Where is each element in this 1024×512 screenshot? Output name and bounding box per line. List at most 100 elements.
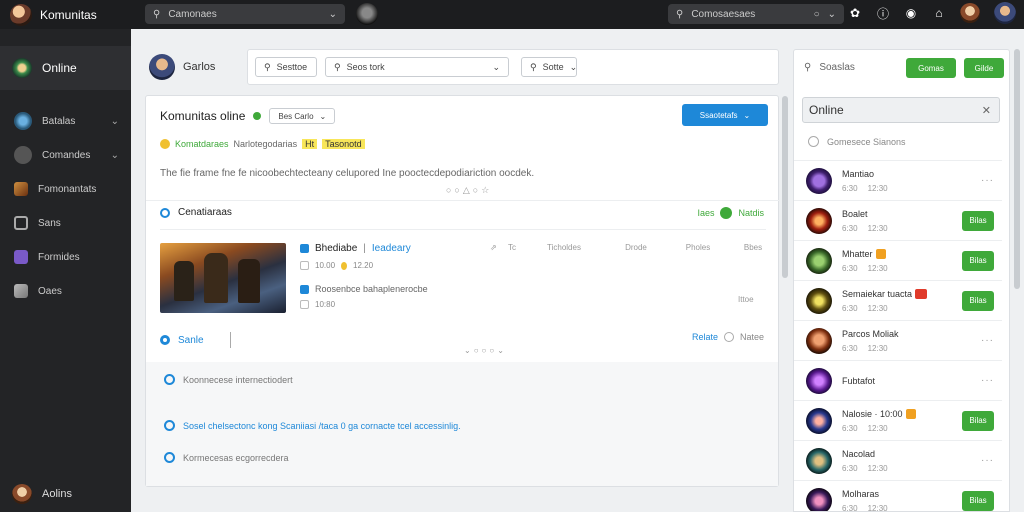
more-options-icon[interactable]: ···	[981, 455, 994, 466]
sidebar-item-label: Formides	[38, 251, 80, 263]
post-line2-right: Ittoe	[738, 295, 754, 304]
friends-button-1-label: Gomas	[918, 63, 944, 73]
community-action-button[interactable]: Ssaotetafs ⌄	[682, 104, 768, 126]
friend-action-button[interactable]: Bilas	[962, 250, 994, 271]
filter-button[interactable]: ⚲ Sotte ⌄	[521, 57, 577, 77]
friend-row[interactable]: Mhatter 6:30 12:30 Bilas	[794, 240, 1002, 280]
post-category[interactable]: Ieadeary	[372, 243, 411, 254]
puzzle-icon	[14, 250, 28, 264]
info-icon[interactable]: ⓘ	[876, 6, 890, 21]
friend-meta-2: 12:30	[867, 503, 888, 512]
friend-action-button[interactable]: Bilas	[962, 290, 994, 311]
post-title[interactable]: Bhediabe	[315, 243, 357, 254]
sidebar-item-label: Sans	[38, 217, 61, 229]
checkbox-icon[interactable]	[300, 244, 309, 253]
brand[interactable]: Komunitas	[0, 3, 140, 26]
friend-name: Nalosie · 10:00	[842, 408, 903, 419]
notes-area: Koonnecese internectiodert Sosel chelsec…	[146, 362, 778, 486]
sidebar-item-oaes[interactable]: Oaes	[0, 274, 131, 308]
friends-button-2-label: Gilde	[974, 63, 994, 73]
post-col: Pholes	[685, 243, 711, 252]
sidebar-item-fomonantats[interactable]: Fomonantats	[0, 172, 131, 206]
home-icon[interactable]: ⌂	[932, 6, 946, 20]
header-user[interactable]: Garlos	[145, 49, 237, 85]
community-tagline: Komatdaraes Narlotegodarias Ht Tasonotd	[160, 139, 365, 149]
close-icon[interactable]: ✕	[982, 104, 991, 117]
chat-icon[interactable]: ◉	[904, 6, 918, 20]
top-search-secondary[interactable]: ⚲ Comosaesaes ○ ⌄	[668, 4, 844, 24]
top-search[interactable]: ⚲ Camonaes ⌄	[145, 4, 345, 24]
note-row[interactable]: Koonnecese internectiodert	[164, 374, 293, 385]
sidebar-bottom-label: Aolins	[42, 488, 72, 500]
friends-subtitle-label: Gomesece Sianons	[827, 136, 906, 147]
friend-text: Mhatter 6:30 12:30	[842, 248, 888, 273]
share-icon[interactable]: ⇗	[490, 243, 500, 252]
post-image[interactable]	[160, 243, 286, 313]
reply-icon	[160, 335, 170, 345]
friend-row[interactable]: Molharas 6:30 12:30 Bilas	[794, 480, 1002, 512]
sidebar-item-batalas[interactable]: Batalas ⌄	[0, 104, 131, 138]
friend-row[interactable]: Nacolad 6:30 12:30 ···	[794, 440, 1002, 480]
chevron-down-icon: ⌄	[328, 8, 337, 20]
friend-avatar	[806, 447, 832, 474]
chevron-down-icon: ⌄	[569, 61, 578, 72]
profile-avatar[interactable]	[994, 2, 1016, 24]
tagline-badge: Tasonotd	[322, 139, 365, 149]
search-field[interactable]: ⚲ Seos tork ⌄	[325, 57, 509, 77]
friend-row[interactable]: Parcos Moliak 6:30 12:30 ···	[794, 320, 1002, 360]
friend-meta: 6:30 12:30	[842, 504, 888, 512]
chevron-down-icon: ⌄	[743, 110, 751, 120]
community-dropdown[interactable]: Bes Carlo ⌄	[269, 108, 336, 124]
calendar-icon	[300, 300, 309, 309]
friend-row[interactable]: Nalosie · 10:00 6:30 12:30 Bilas	[794, 400, 1002, 440]
community-header: Komunitas oline Bes Carlo ⌄	[160, 108, 336, 124]
friend-action-button[interactable]: Bilas	[962, 410, 994, 431]
sidebar-bottom-user[interactable]: Aolins	[12, 484, 72, 504]
friend-row[interactable]: Boalet 6:30 12:30 Bilas	[794, 200, 1002, 240]
friend-row[interactable]: Fubtafot ···	[794, 360, 1002, 400]
friend-row[interactable]: Semaiekar tuacta 6:30 12:30 Bilas	[794, 280, 1002, 320]
main-scrollbar[interactable]	[782, 96, 788, 278]
friend-row[interactable]: Mantiao 6:30 12:30 ···	[794, 160, 1002, 200]
sidebar-item-sans[interactable]: Sans	[0, 206, 131, 240]
friend-name-row: Nalosie · 10:00	[842, 408, 916, 419]
more-options-icon[interactable]: ···	[981, 175, 994, 186]
reply-right[interactable]: Relate Natee	[692, 332, 764, 342]
user-avatar[interactable]	[960, 3, 980, 23]
friend-meta-2: 12:30	[867, 263, 888, 273]
post-meta-time: 12.20	[353, 261, 374, 270]
reaction-icons[interactable]: ○○△○☆	[446, 185, 492, 196]
friend-meta-1: 6:30	[842, 423, 858, 433]
post-image-figure	[238, 259, 260, 303]
friend-action-button[interactable]: Bilas	[962, 210, 994, 231]
pagination-icons[interactable]: ⌄○○○⌄	[464, 346, 507, 355]
game-avatar[interactable]	[356, 3, 378, 25]
friends-scrollbar[interactable]	[1014, 49, 1020, 289]
more-options-icon[interactable]: ···	[981, 335, 994, 346]
sidebar-item-formides[interactable]: Formides	[0, 240, 131, 274]
post-image-figure	[174, 261, 194, 301]
top-bar: Komunitas ⚲ Camonaes ⌄ ⚲ Comosaesaes ○ ⌄…	[0, 0, 1024, 29]
sidebar-item-comandes[interactable]: Comandes ⌄	[0, 138, 131, 172]
friend-action-button[interactable]: Bilas	[962, 490, 994, 511]
friends-search[interactable]: ⚲ Soaslas	[804, 62, 855, 73]
more-options-icon[interactable]: ···	[981, 375, 994, 386]
note-row-highlight[interactable]: Sosel chelsectonc kong Scaniiasi /taca 0…	[164, 420, 461, 431]
sidebar-online-label: Online	[42, 61, 77, 75]
friend-text: Mantiao 6:30 12:30	[842, 169, 888, 193]
friend-name-row: Mhatter	[842, 248, 888, 259]
friend-name: Semaiekar tuacta	[842, 288, 913, 299]
search-button[interactable]: ⚲ Sesttoe	[255, 57, 317, 77]
friends-button-2[interactable]: Gilde	[964, 58, 1004, 78]
divider	[160, 229, 766, 230]
online-filter[interactable]: Online ✕	[802, 97, 1000, 123]
section-right[interactable]: Iaes Natdis	[697, 207, 764, 219]
friend-avatar	[806, 247, 832, 274]
note-row[interactable]: Kormecesas ecgorrecdera	[164, 452, 289, 463]
sidebar-item-online[interactable]: Online	[0, 46, 131, 90]
reply-row[interactable]: Sanle	[160, 332, 231, 348]
checkbox-icon[interactable]	[300, 284, 309, 294]
puzzle-icon[interactable]: ✿	[848, 6, 862, 20]
friends-button-1[interactable]: Gomas	[906, 58, 956, 78]
note-text: Koonnecese internectiodert	[183, 374, 293, 385]
